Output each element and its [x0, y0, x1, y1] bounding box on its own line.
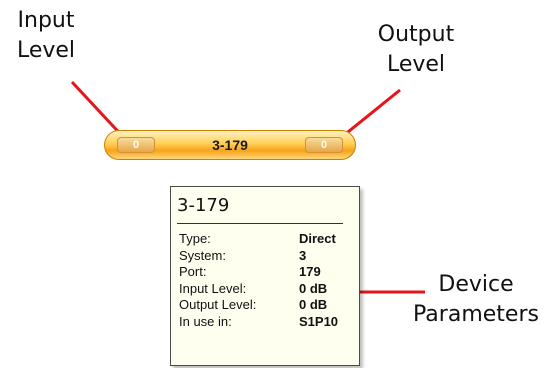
- device-parameters-callout: Device Parameters: [405, 270, 547, 330]
- param-row-input-level: Input Level: 0 dB: [179, 281, 353, 298]
- param-row-in-use-in: In use in: S1P10: [179, 314, 353, 331]
- device-bar[interactable]: 0 3-179 0: [104, 130, 356, 160]
- callout-text: Input: [17, 8, 75, 33]
- device-tooltip: 3-179 Type: Direct System: 3 Port: 179 I…: [170, 186, 360, 366]
- tooltip-parameter-list: Type: Direct System: 3 Port: 179 Input L…: [179, 231, 353, 331]
- param-label: Type:: [179, 231, 211, 246]
- callout-text: Level: [386, 52, 446, 77]
- param-label: Input Level:: [179, 280, 247, 296]
- output-level-callout: Output Level: [368, 20, 464, 80]
- param-value: 3: [299, 247, 307, 263]
- param-row-output-level: Output Level: 0 dB: [179, 297, 353, 314]
- param-value: 179: [299, 264, 321, 280]
- callout-text: Level: [16, 38, 76, 63]
- callout-text: Output: [377, 22, 455, 47]
- param-label: In use in:: [179, 313, 232, 329]
- callout-text: Parameters: [413, 302, 539, 327]
- tooltip-divider: [177, 223, 343, 224]
- param-value: 0 dB: [299, 297, 328, 313]
- output-level-indicator: 0: [305, 137, 343, 153]
- param-value: 0 dB: [299, 280, 328, 296]
- param-label: System:: [179, 247, 226, 263]
- param-value: Direct: [299, 231, 336, 246]
- param-row-port: Port: 179: [179, 264, 353, 281]
- param-label: Output Level:: [179, 297, 257, 313]
- input-level-callout: Input Level: [8, 6, 84, 66]
- tooltip-title: 3-179: [177, 195, 230, 216]
- param-value: S1P10: [299, 313, 339, 329]
- callout-text: Device: [438, 272, 514, 297]
- param-label: Port:: [179, 264, 207, 280]
- param-row-system: System: 3: [179, 248, 353, 265]
- param-row-type: Type: Direct: [179, 231, 353, 248]
